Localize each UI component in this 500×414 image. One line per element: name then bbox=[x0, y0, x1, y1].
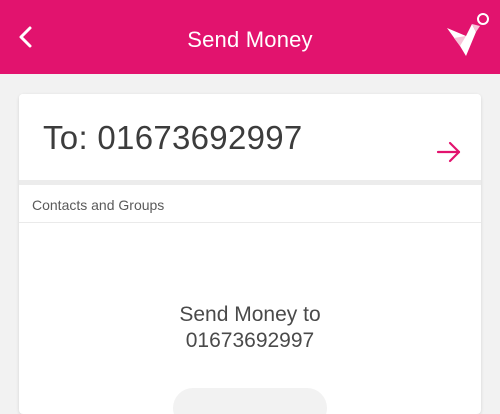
arrow-right-icon bbox=[436, 141, 461, 163]
proceed-button[interactable] bbox=[173, 388, 327, 414]
next-button[interactable] bbox=[435, 138, 463, 166]
contacts-section-header: Contacts and Groups bbox=[19, 185, 481, 223]
contacts-groups-label: Contacts and Groups bbox=[32, 197, 165, 213]
send-money-card: To: 01673692997 Contacts and Groups Send… bbox=[19, 94, 481, 414]
recipient-number-field[interactable]: To: 01673692997 bbox=[43, 119, 303, 157]
bird-logo-icon bbox=[442, 12, 492, 60]
recipient-row[interactable]: To: 01673692997 bbox=[19, 94, 481, 180]
app-header: Send Money bbox=[0, 0, 500, 74]
page-title: Send Money bbox=[187, 27, 313, 52]
send-money-to-number: 01673692997 bbox=[185, 329, 315, 352]
send-money-to-label: Send Money to bbox=[179, 303, 321, 326]
